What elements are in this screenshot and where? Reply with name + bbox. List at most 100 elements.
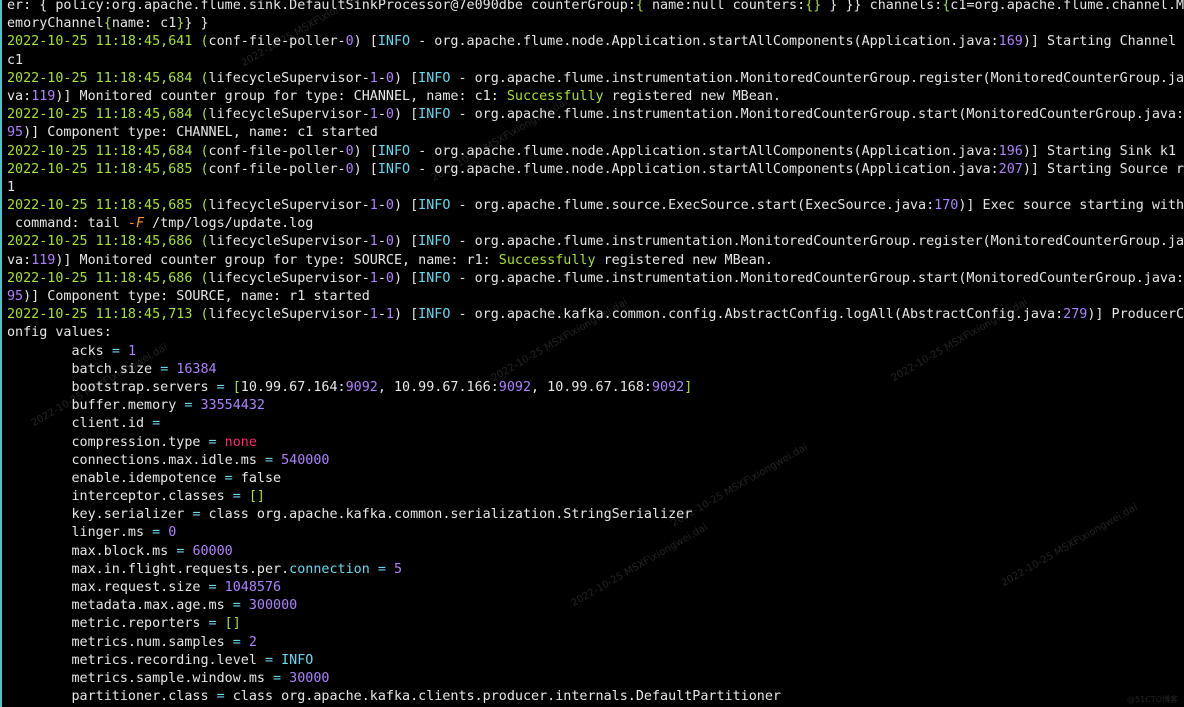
terminal-token: 2 (248, 634, 257, 650)
terminal-token: )] Component type: SOURCE, name: r1 star… (23, 289, 370, 304)
terminal-token: INFO (418, 107, 451, 123)
terminal-token: connection (289, 561, 370, 577)
terminal-token: 207 (998, 161, 1023, 177)
terminal-token: none (224, 434, 257, 450)
terminal-token: 9092 (345, 379, 378, 395)
terminal-line: max.request.size = 1048576 (7, 579, 1184, 597)
terminal-token: ( (200, 143, 209, 159)
terminal-token: MonitoredCounterGroup.ja (990, 70, 1184, 86)
terminal-token: 2022-10-25 11:18:45,684 (7, 70, 201, 86)
terminal-token: 10.99.67.168: (547, 379, 652, 395)
terminal-line: va:119)] Monitored counter group for typ… (7, 88, 1184, 106)
terminal-token: - org.apache.flume.node.Application.star… (410, 143, 862, 159)
terminal-token: conf-file-poller- (208, 161, 346, 177)
terminal-token: ) [ (393, 307, 419, 323)
terminal-token: } }} channels: (821, 0, 943, 13)
terminal-token: - org.apache.flume.node.Application.star… (410, 34, 862, 50)
terminal-token: 196 (998, 143, 1023, 159)
terminal-line: va:119)] Monitored counter group for typ… (7, 252, 1184, 270)
terminal-token: - org.apache.flume.source.ExecSource.sta… (450, 198, 806, 214)
terminal-token: ] (684, 379, 693, 395)
terminal-token: 0 (385, 270, 394, 286)
terminal-line: 2022-10-25 11:18:45,686 (lifecycleSuperv… (7, 270, 1184, 288)
terminal-token: 30000 (289, 670, 330, 686)
terminal-token: 0 (345, 143, 354, 159)
terminal-token: 2022-10-25 11:18:45,713 (7, 307, 201, 323)
terminal-token: name:null counters: (643, 0, 806, 13)
terminal-token: ) [ (393, 198, 419, 214)
terminal-token: [] (224, 616, 241, 632)
terminal-token: acks (7, 343, 112, 359)
terminal-token: Application.java: (861, 161, 999, 177)
terminal-token: )] Component type: CHANNEL, name: c1 sta… (23, 125, 378, 141)
terminal-token: , (377, 379, 394, 395)
terminal-token: ( (200, 161, 209, 177)
terminal-token: 1 (385, 307, 394, 323)
terminal-token: 0 (385, 107, 394, 123)
terminal-token: - org.apache.flume.instrumentation.Monit… (450, 234, 991, 250)
terminal-line: 2022-10-25 11:18:45,685 (lifecycleSuperv… (7, 197, 1184, 215)
terminal-token: - org.apache.flume.instrumentation.Monit… (450, 70, 991, 86)
terminal-token: 2022-10-25 11:18:45,684 (7, 107, 201, 123)
terminal-token: 2022-10-25 11:18:45,686 (7, 234, 201, 250)
terminal-line: 2022-10-25 11:18:45,684 (lifecycleSuperv… (7, 106, 1184, 124)
terminal-token: 10.99.67.166: (393, 379, 499, 395)
terminal-token: Successfully (506, 88, 604, 104)
terminal-token: - org.apache.flume.instrumentation.Monit… (450, 270, 967, 286)
terminal-token: lifecycleSupervisor- (208, 307, 370, 323)
terminal-token: = (216, 379, 225, 395)
terminal-token: registered new MBean. (603, 88, 781, 104)
terminal-token: interceptor.classes (7, 489, 233, 505)
terminal-token: 2022-10-25 11:18:45,686 (7, 270, 201, 286)
terminal-token: command: tail (7, 216, 128, 232)
terminal-token: ) [ (393, 270, 419, 286)
terminal-token: 9092 (498, 379, 532, 395)
terminal-token: INFO (418, 270, 451, 286)
terminal-line: command: tail -F /tmp/logs/update.log (7, 215, 1184, 233)
terminal-token: = (111, 343, 120, 359)
terminal-token: va: (7, 252, 32, 268)
terminal-token: compression.type (7, 434, 209, 450)
terminal-token: MonitoredCounterGroup.java: (966, 270, 1184, 286)
terminal-token: 0 (168, 525, 177, 541)
terminal-token: conf-file-poller- (208, 34, 346, 50)
terminal-token: 9092 (651, 379, 685, 395)
terminal-token: 95 (7, 289, 24, 304)
terminal-line: max.block.ms = 60000 (7, 543, 1184, 561)
terminal-token: )] Starting Source r (1022, 161, 1184, 177)
terminal-token: )] Starting Sink k1 (1022, 143, 1177, 159)
terminal-token: max.request.size (7, 580, 209, 595)
terminal-token: - (377, 234, 386, 250)
terminal-token: MonitoredCounterGroup.java: (966, 107, 1184, 123)
terminal-token: Application.java: (861, 34, 999, 50)
terminal-token: 119 (31, 88, 56, 104)
terminal-line: bootstrap.servers = [10.99.67.164:9092, … (7, 379, 1184, 397)
terminal-token: 1 (369, 107, 378, 123)
terminal-token: ( (200, 198, 209, 214)
terminal-line: 2022-10-25 11:18:45,686 (lifecycleSuperv… (7, 233, 1184, 251)
terminal-token: ( (200, 307, 209, 323)
terminal-token: = (192, 507, 201, 523)
terminal-window[interactable]: er: { policy:org.apache.flume.sink.Defau… (0, 0, 1184, 707)
terminal-token: INFO (418, 234, 451, 250)
terminal-token: 1 (127, 343, 136, 359)
terminal-line: compression.type = none (7, 434, 1184, 452)
terminal-token: INFO (418, 70, 451, 86)
terminal-token: ( (200, 234, 209, 250)
terminal-token: 16384 (176, 361, 217, 377)
terminal-token: - org.apache.kafka.common.config.Abstrac… (450, 307, 902, 323)
terminal-token: = (152, 416, 161, 432)
terminal-token: - (377, 70, 386, 86)
terminal-line: 1 (7, 179, 1184, 197)
terminal-line: 2022-10-25 11:18:45,685 (conf-file-polle… (7, 161, 1184, 179)
terminal-line: 2022-10-25 11:18:45,684 (lifecycleSuperv… (7, 70, 1184, 88)
terminal-line: er: { policy:org.apache.flume.sink.Defau… (7, 0, 1184, 15)
terminal-token: - (377, 107, 386, 123)
terminal-token: buffer.memory (7, 398, 185, 414)
